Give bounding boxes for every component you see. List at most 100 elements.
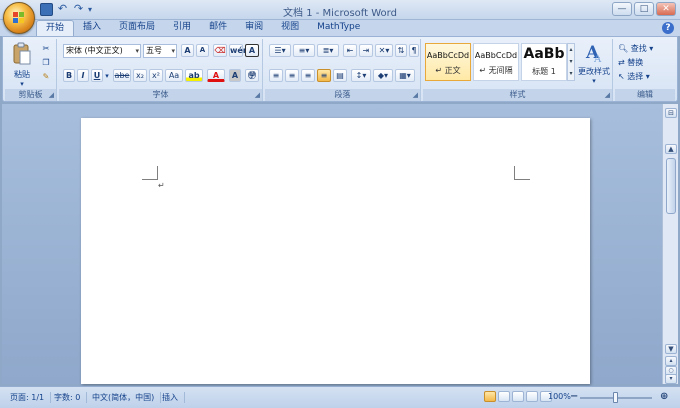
- outline-view-icon[interactable]: [526, 391, 538, 402]
- zoom-in-icon[interactable]: ⊕: [660, 391, 668, 402]
- distributed-button[interactable]: ▤: [333, 69, 347, 82]
- font-size-select[interactable]: 五号 ▾: [143, 44, 177, 58]
- strikethrough-button[interactable]: abe: [113, 69, 131, 82]
- style-sample: AaBbCcDd: [426, 51, 470, 60]
- align-center-button[interactable]: ≡: [285, 69, 299, 82]
- enclose-char-button[interactable]: ㊫: [245, 69, 259, 82]
- scroll-down-icon[interactable]: ▼: [665, 344, 677, 354]
- zoom-out-icon[interactable]: −: [570, 391, 578, 402]
- zoom-slider-thumb[interactable]: [613, 392, 618, 403]
- font-color-button[interactable]: A: [207, 69, 225, 82]
- char-border-button[interactable]: A: [245, 44, 259, 57]
- replace-button[interactable]: ⇄ 替换: [617, 55, 671, 70]
- document-page[interactable]: [81, 118, 590, 384]
- change-styles-label: 更改样式: [578, 67, 610, 76]
- tab-view[interactable]: 视图: [272, 20, 308, 36]
- format-painter-icon[interactable]: ✎: [39, 69, 53, 84]
- font-name-select[interactable]: 宋体 (中文正文) ▾: [63, 44, 141, 58]
- web-layout-icon[interactable]: [512, 391, 524, 402]
- status-word-count[interactable]: 字数: 0: [54, 392, 88, 403]
- change-styles-icon: A A: [585, 43, 602, 65]
- paragraph-dialog-launcher-icon[interactable]: ◢: [413, 91, 418, 99]
- cut-icon[interactable]: ✂: [39, 41, 53, 56]
- font-name-value: 宋体 (中文正文): [66, 46, 123, 55]
- increase-indent-button[interactable]: ⇥: [359, 44, 373, 57]
- clipboard-group: 粘贴 ▾ ✂ ❐ ✎ 剪贴板 ◢: [5, 39, 57, 101]
- align-right-button[interactable]: ≡: [301, 69, 315, 82]
- change-styles-button[interactable]: A A 更改样式 ▾: [577, 41, 611, 85]
- sort-button[interactable]: ⇅: [395, 44, 407, 57]
- underline-button[interactable]: U: [91, 69, 103, 82]
- tab-home[interactable]: 开始: [36, 20, 75, 36]
- find-label: 查找: [630, 44, 647, 53]
- chinese-layout-button[interactable]: ✕▾: [375, 44, 393, 57]
- chevron-down-icon: ▾: [135, 47, 139, 55]
- replace-label: 替换: [627, 58, 644, 67]
- styles-scroll[interactable]: ▴ ▾ ▾: [567, 43, 575, 81]
- close-button[interactable]: ✕: [656, 2, 676, 16]
- status-language[interactable]: 中文(简体，中国): [92, 392, 162, 403]
- show-marks-button[interactable]: ¶: [409, 44, 419, 57]
- find-button[interactable]: 🔍︎ 查找 ▾: [617, 41, 671, 56]
- align-left-button[interactable]: ≡: [269, 69, 283, 82]
- style-heading-1[interactable]: AaBb 标题 1: [521, 43, 567, 81]
- maximize-button[interactable]: □: [634, 2, 654, 16]
- help-icon[interactable]: ?: [662, 22, 674, 34]
- subscript-button[interactable]: x₂: [133, 69, 147, 82]
- scroll-up-icon[interactable]: ▲: [665, 144, 677, 154]
- paste-icon: [13, 42, 31, 65]
- borders-button[interactable]: ▦▾: [395, 69, 415, 82]
- tab-mathtype[interactable]: MathType: [308, 20, 369, 36]
- next-page-icon[interactable]: ▾: [665, 374, 677, 384]
- justify-button[interactable]: ≡: [317, 69, 331, 82]
- find-icon: 🔍︎: [618, 44, 629, 53]
- bold-button[interactable]: B: [63, 69, 75, 82]
- clipboard-dialog-launcher-icon[interactable]: ◢: [49, 91, 54, 99]
- phonetic-guide-button[interactable]: wén: [229, 44, 249, 57]
- minimize-button[interactable]: —: [612, 2, 632, 16]
- chevron-down-icon: ▾: [592, 77, 596, 85]
- numbering-button[interactable]: ≡▾: [293, 44, 315, 57]
- underline-dropdown-icon[interactable]: ▾: [104, 69, 110, 84]
- tab-review[interactable]: 审阅: [236, 20, 272, 36]
- tab-references[interactable]: 引用: [164, 20, 200, 36]
- shading-button[interactable]: ◆▾: [373, 69, 393, 82]
- chevron-down-icon: ▾: [649, 44, 654, 53]
- svg-text:A: A: [593, 54, 602, 63]
- status-insert-mode[interactable]: 插入: [162, 392, 185, 403]
- paragraph-mark: ↵: [158, 181, 165, 190]
- tab-mailings[interactable]: 邮件: [200, 20, 236, 36]
- print-layout-icon[interactable]: [484, 391, 496, 402]
- grow-font-button[interactable]: A: [181, 44, 194, 57]
- superscript-button[interactable]: x²: [149, 69, 163, 82]
- tab-insert[interactable]: 插入: [74, 20, 110, 36]
- full-screen-reading-icon[interactable]: [498, 391, 510, 402]
- shrink-font-button[interactable]: A: [196, 44, 209, 57]
- clear-formatting-button[interactable]: ⌫: [213, 44, 227, 57]
- select-button[interactable]: ↖ 选择 ▾: [617, 69, 671, 84]
- style-no-spacing[interactable]: AaBbCcDd ↵ 无间隔: [473, 43, 519, 81]
- italic-button[interactable]: I: [77, 69, 89, 82]
- multilevel-list-button[interactable]: ≣▾: [317, 44, 339, 57]
- highlight-color-button[interactable]: ab: [185, 69, 203, 82]
- styles-dialog-launcher-icon[interactable]: ◢: [605, 91, 610, 99]
- prev-page-icon[interactable]: ▴: [665, 356, 677, 366]
- change-case-button[interactable]: Aa: [165, 69, 183, 82]
- line-spacing-button[interactable]: ↕▾: [351, 69, 371, 82]
- select-icon: ↖: [618, 72, 625, 81]
- copy-icon[interactable]: ❐: [39, 55, 53, 70]
- status-page[interactable]: 页面: 1/1: [10, 392, 52, 403]
- ruler-toggle-icon[interactable]: ⊟: [665, 108, 677, 118]
- scrollbar-thumb[interactable]: [666, 158, 676, 214]
- decrease-indent-button[interactable]: ⇤: [343, 44, 357, 57]
- font-dialog-launcher-icon[interactable]: ◢: [255, 91, 260, 99]
- style-normal[interactable]: AaBbCcDd ↵ 正文: [425, 43, 471, 81]
- zoom-level[interactable]: 100%: [548, 392, 571, 401]
- tab-page-layout[interactable]: 页面布局: [110, 20, 164, 36]
- paste-button[interactable]: 粘贴 ▾: [11, 41, 33, 88]
- style-sample: AaBb: [523, 46, 565, 62]
- office-button[interactable]: [3, 2, 35, 34]
- char-shading-button[interactable]: A: [229, 69, 241, 82]
- vertical-scrollbar[interactable]: ⊟ ▲ ▼ ▴ ○ ▾: [662, 104, 678, 384]
- bullets-button[interactable]: ☰▾: [269, 44, 291, 57]
